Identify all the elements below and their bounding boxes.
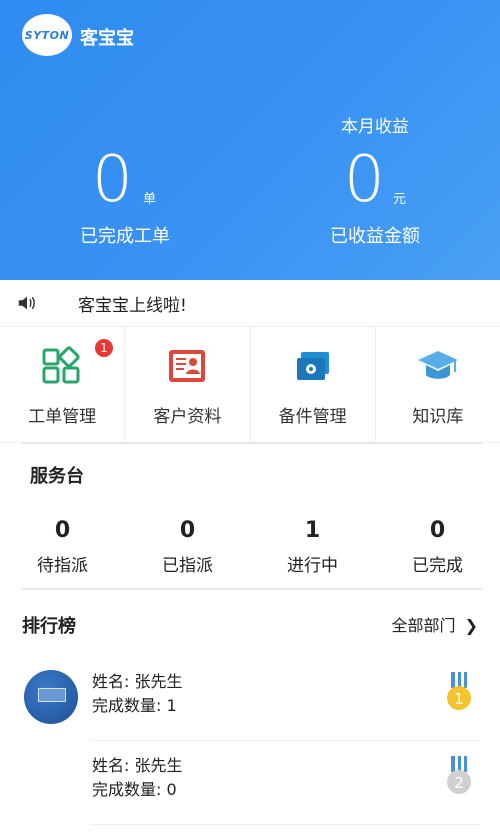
count-value: 0 — [54, 518, 71, 543]
row-divider — [90, 740, 480, 741]
count-in-progress[interactable]: 1 进行中 — [250, 518, 375, 588]
count-pending-assignment[interactable]: 0 待指派 — [0, 518, 125, 588]
knowledge-icon — [417, 351, 458, 379]
earnings-stat[interactable]: 本月收益 0 元 已收益金额 — [250, 0, 500, 280]
avatar — [24, 670, 78, 724]
svg-text:1: 1 — [454, 690, 464, 708]
earnings-label: 已收益金额 — [330, 226, 420, 247]
notice-text: 客宝宝上线啦! — [78, 295, 187, 316]
chevron-right-icon: ❯ — [464, 616, 478, 635]
notice-bar[interactable]: 客宝宝上线啦! — [0, 280, 500, 327]
earnings-value: 0 — [344, 143, 385, 217]
count-completed[interactable]: 0 已完成 — [375, 518, 500, 588]
count-value: 0 — [179, 518, 196, 543]
grid-item-label: 工单管理 — [28, 407, 97, 427]
spare-parts-icon — [296, 352, 329, 380]
row-divider — [90, 824, 480, 825]
feature-grid: 1 工单管理 客户资料 备件管理 知识库 — [0, 326, 500, 443]
ranking-count: 1 — [166, 696, 177, 715]
count-value: 1 — [304, 518, 321, 543]
grid-item-spare-parts[interactable]: 备件管理 — [251, 326, 376, 442]
gold-medal-icon: 1 — [447, 672, 471, 710]
earnings-caption: 本月收益 — [341, 117, 409, 137]
grid-item-work-orders[interactable]: 1 工单管理 — [0, 326, 126, 442]
all-departments-link[interactable]: 全部部门 ❯ — [391, 612, 478, 636]
ranking-info: 姓名: 张先生 完成数量: 0 — [92, 756, 183, 799]
grid-item-label: 客户资料 — [153, 407, 222, 427]
svg-text:2: 2 — [454, 774, 464, 792]
ranking-name: 张先生 — [134, 672, 183, 691]
count-value: 0 — [429, 518, 446, 543]
section-divider — [22, 588, 482, 590]
completed-orders-label: 已完成工单 — [80, 226, 170, 247]
completed-orders-unit: 单 — [143, 192, 157, 207]
count-assigned[interactable]: 0 已指派 — [125, 518, 250, 588]
earnings-unit: 元 — [393, 192, 407, 207]
silver-medal-icon: 2 — [447, 756, 471, 794]
grid-item-label: 备件管理 — [278, 407, 347, 427]
header-banner: SYTON 客宝宝 0 单 已完成工单 本月收益 0 元 已收益金额 — [0, 0, 500, 280]
grid-item-label: 知识库 — [412, 407, 464, 427]
grid-item-customer-profiles[interactable]: 客户资料 — [125, 326, 251, 442]
count-label: 待指派 — [37, 556, 88, 576]
ranking-title: 排行榜 — [22, 616, 76, 637]
service-desk-title: 服务台 — [30, 466, 84, 487]
ranking-row[interactable]: 姓名: 张先生 完成数量: 1 1 — [0, 660, 500, 744]
ranking-row[interactable]: 姓名: 张先生 完成数量: 0 2 — [0, 744, 500, 828]
ranking-count: 0 — [166, 780, 177, 799]
customer-profile-icon — [169, 350, 206, 382]
ranking-info: 姓名: 张先生 完成数量: 1 — [92, 672, 183, 715]
work-order-icon — [42, 346, 80, 384]
count-label: 已完成 — [412, 556, 463, 576]
completed-orders-stat[interactable]: 0 单 已完成工单 — [0, 0, 250, 280]
speaker-icon — [18, 296, 35, 310]
grid-item-knowledge-base[interactable]: 知识库 — [376, 326, 500, 442]
section-divider — [22, 442, 482, 444]
completed-orders-value: 0 — [92, 143, 133, 217]
count-label: 已指派 — [162, 556, 213, 576]
work-order-badge: 1 — [95, 339, 113, 357]
ranking-name: 张先生 — [134, 756, 183, 775]
service-desk-counts: 0 待指派 0 已指派 1 进行中 0 已完成 — [0, 518, 500, 588]
count-label: 进行中 — [287, 556, 338, 576]
